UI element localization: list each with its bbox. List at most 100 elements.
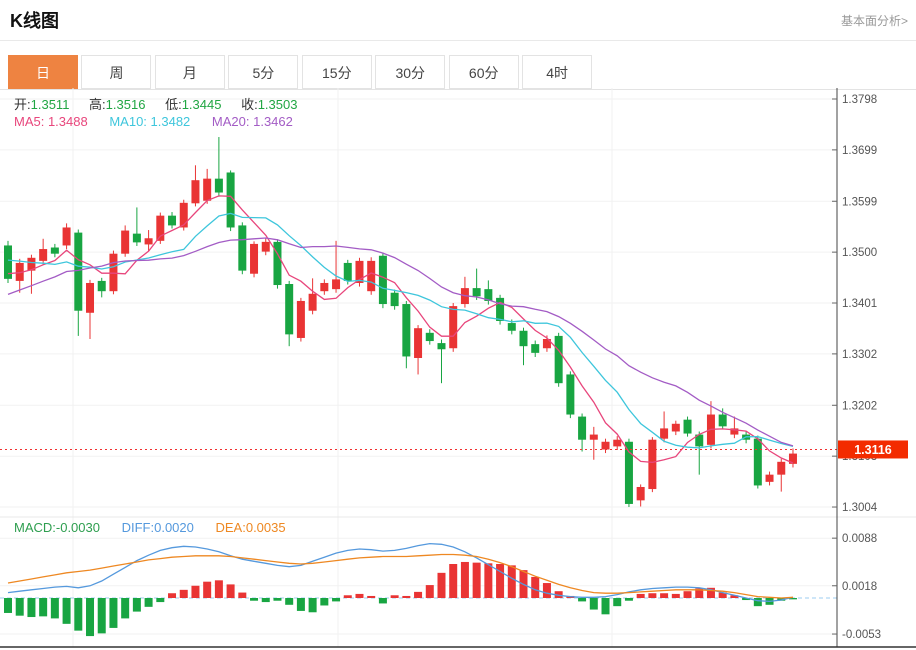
macd-bar — [461, 562, 469, 598]
macd-bar — [754, 598, 762, 606]
macd-bar — [473, 563, 481, 598]
candle-body — [496, 298, 504, 321]
candle-body — [402, 304, 410, 356]
candle-body — [602, 442, 610, 450]
macd-bar — [543, 583, 551, 598]
macd-bar — [332, 598, 340, 601]
macd-bar — [203, 582, 211, 598]
macd-histogram — [4, 562, 797, 636]
candle-body — [520, 331, 528, 346]
candle-body — [180, 203, 188, 228]
macd-bar — [402, 596, 410, 598]
tab-15min[interactable]: 15分 — [302, 55, 372, 89]
macd-bar — [297, 598, 305, 611]
period-tabs: 日 周 月 5分 15分 30分 60分 4时 — [0, 55, 916, 90]
macd-tick-label: -0.0053 — [842, 629, 881, 641]
price-tick-label: 1.3202 — [842, 400, 877, 412]
diff-line — [8, 544, 793, 602]
candle-body — [367, 261, 375, 291]
macd-bar — [168, 593, 176, 598]
candle-body — [449, 306, 457, 348]
macd-bar — [121, 598, 129, 618]
macd-tick-label: 0.0088 — [842, 533, 877, 545]
candle-body — [590, 435, 598, 440]
candle-body — [672, 424, 680, 432]
header-divider — [0, 40, 916, 41]
candle-body — [660, 428, 668, 438]
macd-bar — [262, 598, 270, 602]
macd-bar — [648, 593, 656, 598]
candle-body — [414, 328, 422, 358]
candle-body — [473, 288, 481, 296]
candle-body — [320, 283, 328, 291]
macd-bar — [145, 598, 153, 607]
tab-week[interactable]: 周 — [81, 55, 151, 89]
candle-body — [39, 249, 47, 261]
candles-layer — [4, 137, 797, 507]
macd-bar — [51, 598, 59, 618]
candle-body — [203, 179, 211, 201]
candle-body — [648, 440, 656, 489]
macd-bar — [355, 594, 363, 598]
macd-bar — [27, 598, 35, 617]
candle-body — [508, 323, 516, 331]
macd-bar — [531, 577, 539, 598]
candle-body — [51, 248, 59, 254]
candle-body — [238, 225, 246, 270]
candle-body — [426, 333, 434, 341]
macd-bar — [508, 565, 516, 598]
kline-chart-canvas[interactable]: 1.37981.36991.35991.35001.34011.33021.32… — [0, 88, 916, 650]
candle-body — [63, 227, 71, 245]
candle-body — [613, 440, 621, 447]
candle-body — [98, 281, 106, 291]
candle-body — [121, 231, 129, 254]
macd-bar — [238, 593, 246, 598]
candle-body — [74, 233, 82, 311]
macd-bar — [180, 590, 188, 598]
candle-body — [566, 374, 574, 414]
macd-bar — [86, 598, 94, 636]
candle-body — [133, 234, 141, 243]
axis-labels: 1.37981.36991.35991.35001.34011.33021.32… — [832, 94, 881, 641]
tab-60min[interactable]: 60分 — [449, 55, 519, 89]
macd-bar — [613, 598, 621, 606]
macd-bar — [215, 580, 223, 598]
candle-body — [297, 301, 305, 338]
chart-area[interactable]: 1.37981.36991.35991.35001.34011.33021.32… — [0, 88, 916, 650]
macd-bar — [227, 584, 235, 598]
tab-30min[interactable]: 30分 — [375, 55, 445, 89]
tab-5min[interactable]: 5分 — [228, 55, 298, 89]
candle-body — [437, 343, 445, 349]
candle-body — [531, 344, 539, 353]
macd-bar — [74, 598, 82, 631]
candle-body — [391, 293, 399, 306]
candle-body — [215, 179, 223, 193]
macd-bar — [672, 594, 680, 598]
fundamental-analysis-link[interactable]: 基本面分析> — [841, 12, 908, 29]
macd-bar — [285, 598, 293, 605]
tab-day[interactable]: 日 — [8, 55, 78, 89]
macd-bar — [496, 564, 504, 598]
tab-month[interactable]: 月 — [155, 55, 225, 89]
macd-bar — [4, 598, 12, 613]
candle-body — [719, 415, 727, 427]
macd-bar — [484, 563, 492, 598]
macd-bar — [391, 595, 399, 598]
price-tick-label: 1.3302 — [842, 349, 877, 361]
macd-tick-label: 0.0018 — [842, 581, 877, 593]
macd-bar — [156, 598, 164, 602]
page-title: K线图 — [10, 7, 59, 33]
tab-4hour[interactable]: 4时 — [522, 55, 592, 89]
macd-bar — [379, 598, 387, 603]
macd-bar — [191, 586, 199, 598]
macd-bar — [98, 598, 106, 633]
candle-body — [262, 242, 270, 252]
macd-bar — [250, 598, 258, 601]
macd-bar — [426, 585, 434, 598]
macd-bar — [414, 592, 422, 598]
macd-bar — [602, 598, 610, 614]
price-tick-label: 1.3699 — [842, 145, 877, 157]
macd-bar — [637, 594, 645, 598]
macd-bar — [449, 564, 457, 598]
macd-bar — [39, 598, 47, 616]
